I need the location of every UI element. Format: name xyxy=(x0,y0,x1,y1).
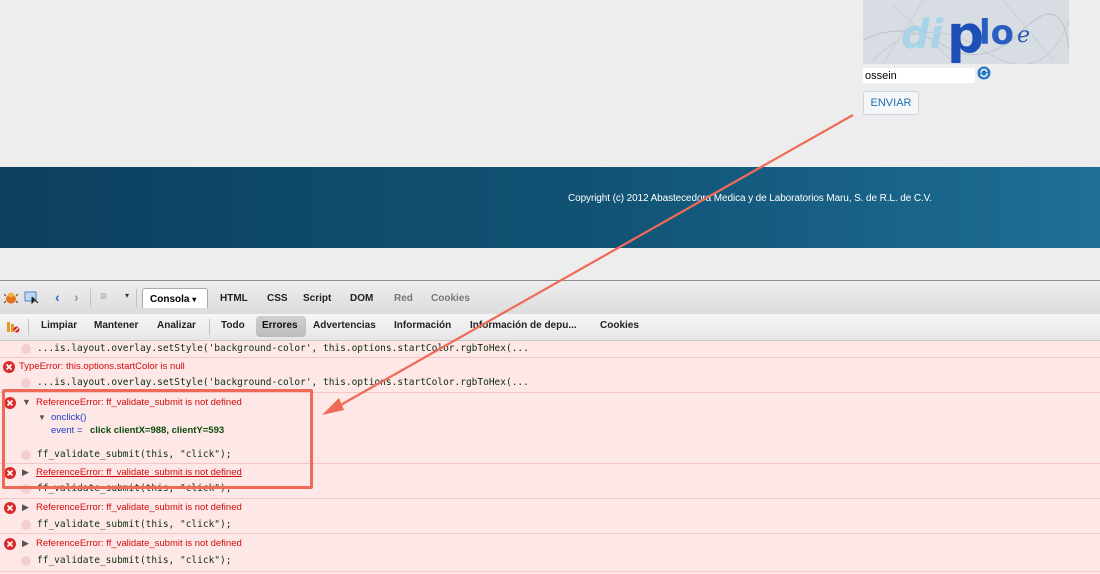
log-entry: ▶ ReferenceError: ff_validate_submit is … xyxy=(0,535,1100,572)
log-entry: TypeError: this.options.startColor is nu… xyxy=(0,358,1100,393)
filter-cookies[interactable]: Cookies xyxy=(600,320,639,331)
footer: Copyright (c) 2012 Abastecedora Medica y… xyxy=(0,167,1100,248)
clear-console-icon[interactable] xyxy=(6,320,20,334)
filter-persist[interactable]: Mantener xyxy=(94,320,138,331)
error-icon xyxy=(4,538,16,550)
menu-list-icon[interactable]: ≡ xyxy=(100,289,107,303)
svg-text:e: e xyxy=(1017,23,1030,48)
log-bullet-icon xyxy=(21,520,31,530)
error-message[interactable]: ReferenceError: ff_validate_submit is no… xyxy=(36,502,242,513)
tab-console-label: Consola xyxy=(150,294,190,305)
filter-errors[interactable]: Errores xyxy=(256,316,306,337)
filter-profile[interactable]: Analizar xyxy=(157,320,196,331)
console-filter-bar: Limpiar Mantener Analizar Todo Errores A… xyxy=(0,314,1100,341)
tab-css[interactable]: CSS xyxy=(267,293,288,304)
chevron-down-icon[interactable]: ▾ xyxy=(125,291,129,300)
tab-console[interactable]: Consola ▾ xyxy=(142,288,208,308)
tab-html[interactable]: HTML xyxy=(220,293,248,304)
log-source-line: ...is.layout.overlay.setStyle('backgroun… xyxy=(37,377,529,388)
back-icon[interactable]: ‹ xyxy=(55,289,60,305)
chevron-down-icon[interactable]: ▾ xyxy=(192,295,196,304)
log-source-line: ff_validate_submit(this, "click"); xyxy=(37,555,232,566)
captcha-image: di p lo e xyxy=(863,0,1069,64)
firebug-toolbar: ‹ › ≡ ▾ Consola ▾ HTML CSS Script DOM Re… xyxy=(0,281,1100,315)
tab-red[interactable]: Red xyxy=(394,293,413,304)
log-bullet-icon xyxy=(21,556,31,566)
svg-text:di: di xyxy=(901,12,945,58)
log-bullet-icon xyxy=(21,344,31,354)
filter-debug[interactable]: Información de depu... xyxy=(470,320,577,331)
web-page: di p lo e ENVIAR Copyright (c) 2012 Abas… xyxy=(0,0,1100,280)
error-icon xyxy=(3,361,15,373)
inspect-icon[interactable] xyxy=(24,291,40,305)
filter-all[interactable]: Todo xyxy=(221,320,245,331)
forward-icon[interactable]: › xyxy=(74,289,79,305)
firebug-bug-icon[interactable] xyxy=(4,291,18,305)
log-bullet-icon xyxy=(21,378,31,388)
log-source-line: ...is.layout.overlay.setStyle('backgroun… xyxy=(37,343,529,354)
refresh-captcha-icon[interactable] xyxy=(977,66,991,80)
annotation-highlight-box xyxy=(2,389,313,489)
error-message[interactable]: ReferenceError: ff_validate_submit is no… xyxy=(36,538,242,549)
filter-clear[interactable]: Limpiar xyxy=(41,320,77,331)
expand-triangle-icon[interactable]: ▶ xyxy=(22,502,29,513)
tab-dom[interactable]: DOM xyxy=(350,293,373,304)
log-source-line: ff_validate_submit(this, "click"); xyxy=(37,519,232,530)
log-entry: ▶ ReferenceError: ff_validate_submit is … xyxy=(0,499,1100,534)
filter-info[interactable]: Información xyxy=(394,320,451,331)
captcha-input[interactable] xyxy=(863,68,975,83)
expand-triangle-icon[interactable]: ▶ xyxy=(22,538,29,549)
svg-text:lo: lo xyxy=(979,13,1014,53)
error-message: TypeError: this.options.startColor is nu… xyxy=(19,361,185,372)
footer-copyright: Copyright (c) 2012 Abastecedora Medica y… xyxy=(568,193,932,204)
tab-cookies[interactable]: Cookies xyxy=(431,293,470,304)
tab-script[interactable]: Script xyxy=(303,293,331,304)
error-icon xyxy=(4,502,16,514)
filter-warnings[interactable]: Advertencias xyxy=(313,320,376,331)
enviar-button[interactable]: ENVIAR xyxy=(863,91,919,115)
log-entry: ...is.layout.overlay.setStyle('backgroun… xyxy=(0,341,1100,358)
